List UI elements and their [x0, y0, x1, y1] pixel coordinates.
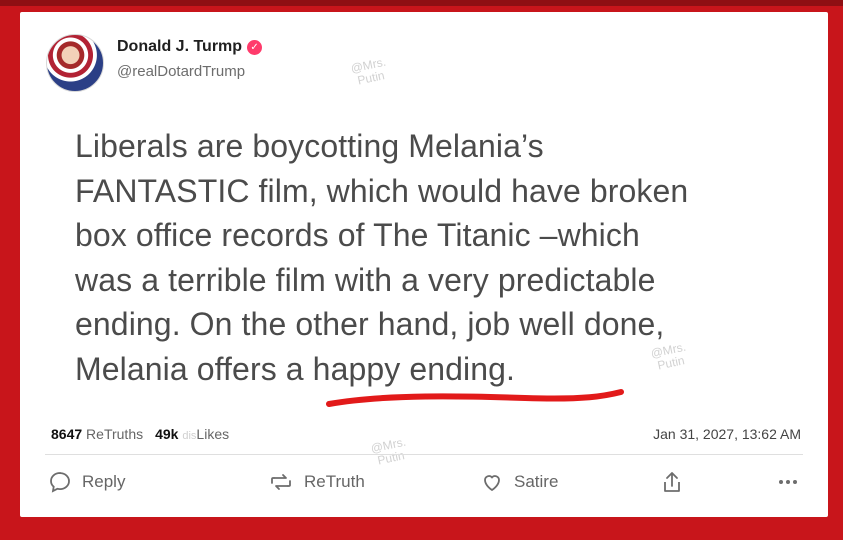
post-card: Donald J. Turmp ✓ @realDotardTrump @Mrs.…: [20, 12, 828, 517]
divider: [45, 454, 803, 455]
heart-icon: [480, 470, 504, 494]
retruths-label: ReTruths: [86, 426, 144, 442]
user-handle[interactable]: @realDotardTrump: [117, 63, 245, 80]
action-bar: Reply ReTruth Satire: [48, 470, 806, 500]
more-button[interactable]: [776, 470, 800, 494]
more-icon: [776, 470, 800, 494]
retruth-button[interactable]: ReTruth: [268, 470, 365, 494]
red-underline-mark: [326, 389, 624, 407]
post-date: Jan 31, 2027, 13:62 AM: [653, 426, 801, 442]
reply-label: Reply: [82, 472, 126, 491]
verified-badge-icon: ✓: [247, 39, 263, 55]
display-name[interactable]: Donald J. Turmp: [117, 38, 242, 56]
share-button[interactable]: [660, 470, 684, 496]
author-row: Donald J. Turmp ✓: [117, 38, 263, 56]
post-line: FANTASTIC film, which would have broken: [75, 172, 689, 209]
avatar[interactable]: [46, 34, 104, 92]
likes-label: Likes: [196, 426, 230, 442]
satire-button[interactable]: Satire: [480, 470, 558, 494]
post-line: Liberals are boycotting Melania’s: [75, 128, 544, 164]
likes-count: 49k: [155, 426, 179, 442]
likes-stat[interactable]: 49k disLikes: [155, 426, 229, 442]
retruths-count: 8647: [51, 426, 83, 442]
watermark: @Mrs. Putin: [349, 55, 390, 89]
reply-button[interactable]: Reply: [48, 470, 125, 494]
post-text: Liberals are boycotting Melania’s FANTAS…: [75, 124, 795, 391]
post-line: was a terrible film with a very predicta…: [75, 261, 656, 298]
satire-label: Satire: [514, 472, 559, 491]
post-stats: 8647 ReTruths 49k disLikes: [51, 426, 229, 442]
retruth-icon: [268, 470, 294, 494]
retruth-label: ReTruth: [304, 472, 365, 491]
retruths-stat[interactable]: 8647 ReTruths: [51, 426, 143, 442]
share-icon: [660, 470, 684, 496]
post-line: box office records of The Titanic –which: [75, 217, 640, 253]
reply-icon: [48, 470, 72, 494]
frame-top-strip: [0, 0, 843, 6]
post-line: ending. On the other hand, job well done…: [75, 306, 665, 342]
dislikes-prefix: dis: [182, 430, 197, 442]
watermark: @Mrs. Putin: [369, 435, 410, 469]
